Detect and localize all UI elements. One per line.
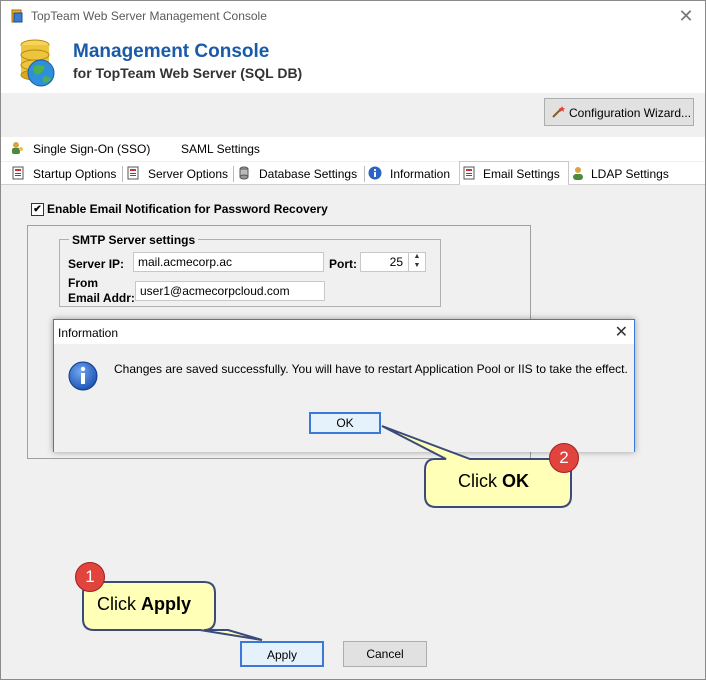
- app-icon: [11, 9, 23, 23]
- spin-down-icon[interactable]: ▼: [409, 261, 425, 270]
- database-icon: [239, 166, 249, 180]
- step-1-badge: 1: [75, 562, 105, 592]
- info-icon: [368, 166, 382, 180]
- tab-row-top: Single Sign-On (SSO) SAML Settings: [1, 137, 705, 161]
- dialog-close-icon[interactable]: ✕: [615, 322, 628, 342]
- tab-saml-settings[interactable]: SAML Settings: [173, 137, 269, 159]
- tab-server-options[interactable]: Server Options: [124, 162, 232, 184]
- tab-row-bottom: Startup Options Server Options Database …: [1, 161, 705, 185]
- callout-apply-text: Click Apply: [97, 594, 191, 615]
- callout-apply-prefix: Click: [97, 594, 141, 614]
- tab-email-label: Email Settings: [483, 167, 560, 181]
- tab-information-label: Information: [390, 167, 451, 181]
- console-subtitle: for TopTeam Web Server (SQL DB): [73, 65, 303, 81]
- from-label-line1: From: [68, 276, 98, 290]
- callout-ok-prefix: Click: [458, 471, 502, 491]
- tab-saml-label: SAML Settings: [181, 142, 260, 156]
- enable-email-label: Enable Email Notification for Password R…: [47, 202, 328, 216]
- port-label: Port:: [329, 257, 357, 271]
- dialog-title-bar: Information ✕: [54, 320, 634, 344]
- tab-separator: [364, 166, 365, 182]
- tab-sso[interactable]: Single Sign-On (SSO): [9, 137, 159, 159]
- server-ip-field[interactable]: [133, 252, 324, 272]
- dialog-body: Changes are saved successfully. You will…: [54, 344, 634, 452]
- step-2-badge: 2: [549, 443, 579, 473]
- tab-ldap-label: LDAP Settings: [591, 167, 669, 181]
- tab-database-settings[interactable]: Database Settings: [235, 162, 363, 184]
- header-banner: Management Console for TopTeam Web Serve…: [1, 31, 705, 93]
- tab-separator: [122, 166, 123, 182]
- server-icon: [127, 166, 139, 180]
- email-icon: [463, 166, 475, 180]
- port-spinner[interactable]: ▲ ▼: [408, 252, 425, 272]
- database-globe-logo: [20, 39, 55, 87]
- tab-ldap-settings[interactable]: LDAP Settings: [569, 162, 679, 184]
- from-label-line2: Email Addr:: [68, 291, 135, 305]
- smtp-group-title: SMTP Server settings: [69, 233, 199, 247]
- tab-sso-label: Single Sign-On (SSO): [33, 142, 151, 156]
- callout-ok-text: Click OK: [458, 471, 529, 492]
- console-title: Management Console: [73, 41, 270, 62]
- ldap-icon: [573, 167, 583, 180]
- apply-button[interactable]: Apply: [240, 641, 324, 667]
- startup-icon: [12, 166, 24, 180]
- configuration-wizard-button[interactable]: Configuration Wizard...: [544, 98, 694, 126]
- tab-startup-options[interactable]: Startup Options: [9, 162, 121, 184]
- sso-icon: [12, 142, 23, 154]
- magic-wand-icon: [552, 106, 565, 118]
- enable-email-checkbox[interactable]: ✔: [31, 203, 44, 216]
- tab-separator: [233, 166, 234, 182]
- callout-ok-bold: OK: [502, 471, 529, 491]
- dialog-title: Information: [58, 326, 119, 340]
- main-window: TopTeam Web Server Management Console ✕ …: [0, 0, 706, 680]
- ok-button[interactable]: OK: [309, 412, 381, 434]
- callout-apply-bold: Apply: [141, 594, 192, 614]
- tab-startup-label: Startup Options: [33, 167, 117, 181]
- tab-information[interactable]: Information: [366, 162, 458, 184]
- information-icon: [68, 361, 98, 391]
- dialog-message: Changes are saved successfully. You will…: [114, 362, 628, 376]
- tab-server-label: Server Options: [148, 167, 229, 181]
- configuration-wizard-label: Configuration Wizard...: [569, 106, 692, 120]
- from-email-field[interactable]: [135, 281, 325, 301]
- tab-email-settings[interactable]: Email Settings: [459, 161, 569, 185]
- window-title: TopTeam Web Server Management Console: [31, 9, 267, 23]
- cancel-button[interactable]: Cancel: [343, 641, 427, 667]
- window-close-icon[interactable]: ✕: [673, 5, 699, 27]
- spin-up-icon[interactable]: ▲: [409, 252, 425, 261]
- title-bar: TopTeam Web Server Management Console ✕: [1, 1, 705, 31]
- server-ip-label: Server IP:: [68, 257, 125, 271]
- information-dialog: Information ✕ Changes are saved successf…: [53, 319, 635, 452]
- tab-database-label: Database Settings: [259, 167, 358, 181]
